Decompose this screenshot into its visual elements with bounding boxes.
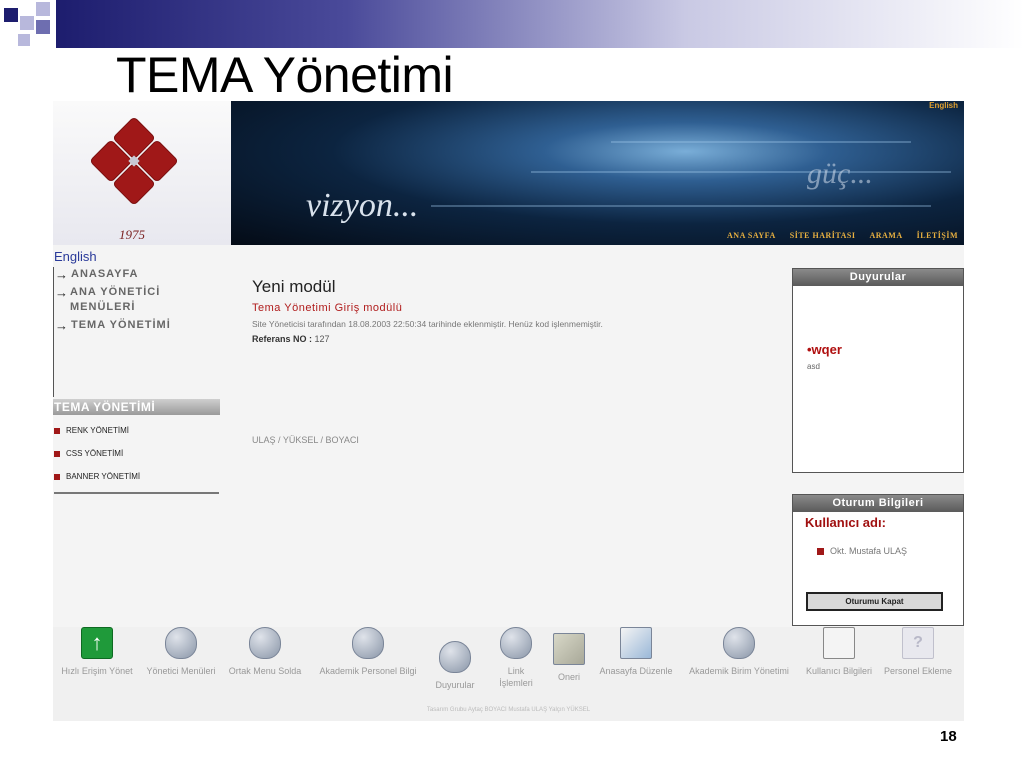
up-arrow-icon: ↑ (81, 627, 113, 659)
subitem-label: CSS YÖNETİMİ (66, 449, 124, 458)
dock-label: Hızlı Erişim Yönet (61, 666, 133, 676)
module-description: Site Yöneticisi tarafından 18.08.2003 22… (252, 319, 603, 329)
sidebar-nav: → ANASAYFA → ANA YÖNETİCİ MENÜLERİ → TEM… (53, 267, 220, 397)
dock-label: Anasayfa Düzenle (599, 666, 673, 676)
logo-panel: 1975 (53, 101, 231, 245)
announcement-text: asd (807, 362, 820, 371)
dock-item-anasayfa-duzenle[interactable]: Anasayfa Düzenle (596, 627, 676, 677)
slide-corner-square (36, 20, 50, 34)
dock-item-akademik-birim[interactable]: Akademik Birim Yönetimi (687, 627, 791, 677)
arrow-right-icon: → (55, 267, 69, 282)
username-value: Okt. Mustafa ULAŞ (793, 530, 963, 556)
module-title: Yeni modül (252, 277, 336, 296)
slide-corner-square (18, 34, 30, 46)
banner-slogan: güç... (807, 157, 873, 190)
sidebar-section-title: TEMA YÖNETİMİ (53, 399, 220, 415)
slide-number: 18 (940, 728, 957, 745)
folder-icon (723, 627, 755, 659)
sidebar-item-label: ANA YÖNETİCİ MENÜLERİ (70, 286, 161, 313)
folder-icon (165, 627, 197, 659)
dock-label: Yönetici Menüleri (146, 666, 216, 676)
dock-label: Ortak Menu Solda (228, 666, 302, 676)
session-title: Oturum Bilgileri (793, 495, 963, 512)
logo-year: 1975 (119, 227, 145, 242)
dock-item-yonetici-menuleri[interactable]: Yönetici Menüleri (141, 627, 221, 677)
admin-dock: ↑ Hızlı Erişim Yönet Yönetici Menüleri O… (53, 627, 964, 721)
main-content: Yeni modül Tema Yönetimi Giriş modülü Si… (252, 277, 772, 344)
banner-text: vizyon... (306, 187, 419, 224)
dock-item-ortak-menu[interactable]: Ortak Menu Solda (225, 627, 305, 677)
dock-item-hizli-erisim[interactable]: ↑ Hızlı Erişim Yönet (57, 627, 137, 677)
sidebar-sublist: RENK YÖNETİMİ CSS YÖNETİMİ BANNER YÖNETİ… (54, 419, 219, 494)
folder-tools-icon (249, 627, 281, 659)
sidebar-subitem-css[interactable]: CSS YÖNETİMİ (54, 442, 219, 465)
arrow-right-icon: → (55, 285, 69, 300)
reference-value: 127 (314, 334, 330, 344)
nav-sitemap[interactable]: SİTE HARİTASI (790, 231, 856, 240)
help-icon: ? (902, 627, 934, 659)
sidebar-item-label: TEMA YÖNETİMİ (71, 319, 171, 331)
sidebar-item-label: ANASAYFA (71, 268, 139, 280)
module-subtitle: Tema Yönetimi Giriş modülü (252, 302, 403, 314)
top-navigation: ANA SAYFA SİTE HARİTASI ARAMA İLETİŞİM (727, 231, 964, 240)
bullet-icon (817, 547, 824, 555)
user-info-icon (823, 627, 855, 659)
reference-label: Referans NO : (252, 334, 313, 344)
arrow-right-icon: → (55, 318, 69, 333)
slide-corner-square (4, 8, 18, 22)
credit-text: Tasarım Grubu Aytaç BOYACI Mustafa ULAŞ … (426, 707, 591, 713)
announcements-panel: Duyurular •wqer asd (792, 268, 964, 473)
dock-item-akademik-personel[interactable]: Akademik Personel Bilgi (313, 627, 423, 677)
subitem-label: BANNER YÖNETİMİ (66, 472, 141, 481)
nav-search[interactable]: ARAMA (869, 231, 902, 240)
banner-streak (611, 141, 911, 143)
slide-corner-square (36, 2, 50, 16)
sidebar-subitem-renk[interactable]: RENK YÖNETİMİ (54, 419, 219, 442)
reference-number: Referans NO : 127 (252, 334, 772, 344)
slide-title: TEMA Yönetimi (116, 47, 454, 103)
bullet-icon (54, 427, 60, 434)
bullet-icon (54, 473, 60, 480)
header-banner: English vizyon... güç... ANA SAYFA SİTE … (231, 101, 964, 245)
bullet-icon (54, 450, 60, 457)
slide-title-bar (56, 0, 1024, 48)
documents-icon (553, 633, 585, 665)
page-edit-icon (620, 627, 652, 659)
sidebar-item-tema-yonetimi[interactable]: → TEMA YÖNETİMİ (54, 318, 220, 333)
english-link[interactable]: English (54, 249, 97, 264)
dock-label: Akademik Personel Bilgi (319, 666, 417, 676)
university-logo (90, 117, 178, 205)
slide-corner-square (20, 16, 34, 30)
dock-item-kullanici-bilgileri[interactable]: Kullanıcı Bilgileri (799, 627, 879, 677)
announcements-title: Duyurular (793, 269, 963, 286)
username-text: Okt. Mustafa ULAŞ (830, 546, 908, 556)
nav-home[interactable]: ANA SAYFA (727, 231, 776, 240)
folder-icon (439, 641, 471, 673)
banner-streak (431, 205, 931, 207)
logout-button[interactable]: Oturumu Kapat (806, 592, 943, 611)
folder-icon (500, 627, 532, 659)
sidebar-item-anasayfa[interactable]: → ANASAYFA (54, 267, 220, 282)
sidebar-item-yonetici-menuleri[interactable]: → ANA YÖNETİCİ MENÜLERİ (54, 285, 220, 315)
nav-contact[interactable]: İLETİŞİM (917, 231, 958, 240)
banner-streak (531, 171, 951, 173)
english-link-top[interactable]: English (929, 101, 958, 110)
folder-icon (352, 627, 384, 659)
announcement-item[interactable]: •wqer (807, 342, 842, 357)
authors-text: ULAŞ / YÜKSEL / BOYACI (252, 435, 359, 445)
dock-item-personel-ekleme[interactable]: ? Personel Ekleme (878, 627, 958, 677)
cms-screenshot: 1975 English vizyon... güç... ANA SAYFA … (53, 101, 964, 721)
dock-label: Kullanıcı Bilgileri (805, 666, 873, 676)
dock-label: Personel Ekleme (883, 666, 953, 676)
subitem-label: RENK YÖNETİMİ (66, 426, 129, 435)
dock-label: Akademik Birim Yönetimi (689, 666, 789, 676)
sidebar-subitem-banner[interactable]: BANNER YÖNETİMİ (54, 465, 219, 488)
username-label: Kullanıcı adı: (805, 515, 886, 530)
session-panel: Oturum Bilgileri Kullanıcı adı: Okt. Mus… (792, 494, 964, 626)
